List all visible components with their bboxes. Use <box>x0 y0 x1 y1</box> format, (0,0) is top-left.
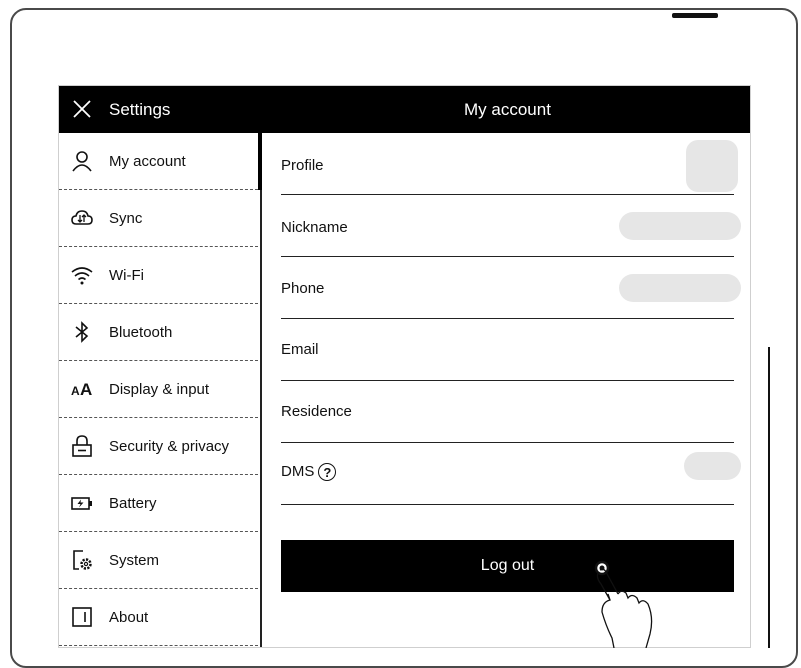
about-icon <box>72 607 92 627</box>
sidebar: My account Sync Wi-Fi Bluetooth A A Disp… <box>59 133 262 647</box>
sidebar-item-label: Wi-Fi <box>109 267 144 284</box>
scrollbar[interactable] <box>768 347 770 648</box>
dms-row[interactable]: DMS? <box>281 443 741 505</box>
sidebar-item-display-input[interactable]: A A Display & input <box>59 361 258 418</box>
bluetooth-icon <box>75 321 89 343</box>
sidebar-item-label: System <box>109 552 160 569</box>
sidebar-item-label: Bluetooth <box>109 324 173 341</box>
residence-row[interactable]: Residence <box>281 381 734 443</box>
sidebar-item-system[interactable]: System <box>59 532 258 589</box>
sidebar-item-security-privacy[interactable]: Security & privacy <box>59 418 258 475</box>
row-label: Email <box>281 341 319 358</box>
lock-icon <box>72 435 92 457</box>
sidebar-item-wifi[interactable]: Wi-Fi <box>59 247 258 304</box>
row-label: Residence <box>281 403 352 420</box>
device-power-button <box>672 13 718 18</box>
sidebar-item-label: About <box>109 609 149 626</box>
row-label: Phone <box>281 280 325 297</box>
sidebar-item-bluetooth[interactable]: Bluetooth <box>59 304 258 361</box>
svg-text:A: A <box>80 380 92 399</box>
person-icon <box>72 151 92 172</box>
sidebar-item-label: Sync <box>109 210 143 227</box>
page-title: My account <box>464 100 551 119</box>
sidebar-item-about[interactable]: About <box>59 589 258 646</box>
phone-row[interactable]: Phone <box>281 257 741 319</box>
system-gear-icon <box>73 550 92 570</box>
row-label: Profile <box>281 157 324 174</box>
sidebar-item-label: My account <box>109 153 186 170</box>
logout-button[interactable]: Log out <box>281 540 734 592</box>
sidebar-item-label: Display & input <box>109 381 210 398</box>
help-icon[interactable]: ? <box>318 463 337 482</box>
sidebar-item-label: Security & privacy <box>109 438 230 455</box>
battery-icon <box>71 497 92 510</box>
wifi-icon <box>71 267 93 285</box>
nickname-row[interactable]: Nickname <box>281 195 741 257</box>
settings-title: Settings <box>109 100 171 119</box>
active-indicator <box>258 133 262 190</box>
dms-value <box>684 452 741 480</box>
nickname-value <box>619 212 741 240</box>
close-icon[interactable] <box>71 98 93 120</box>
top-bar: Settings My account <box>59 86 750 133</box>
row-label: Nickname <box>281 219 348 236</box>
sidebar-item-battery[interactable]: Battery <box>59 475 258 532</box>
cloud-sync-icon <box>71 210 93 225</box>
dms-label-group: DMS? <box>281 463 337 482</box>
sidebar-item-label: Battery <box>109 495 157 512</box>
pointing-hand-icon <box>594 560 653 648</box>
sidebar-item-my-account[interactable]: My account <box>59 133 262 190</box>
row-label: DMS <box>281 463 315 480</box>
profile-avatar[interactable] <box>686 140 738 192</box>
email-row[interactable]: Email <box>281 319 734 381</box>
phone-value <box>619 274 741 302</box>
text-size-icon: A A <box>71 380 92 399</box>
sidebar-item-sync[interactable]: Sync <box>59 190 258 247</box>
svg-text:A: A <box>71 384 80 398</box>
profile-row[interactable]: Profile <box>281 133 738 195</box>
